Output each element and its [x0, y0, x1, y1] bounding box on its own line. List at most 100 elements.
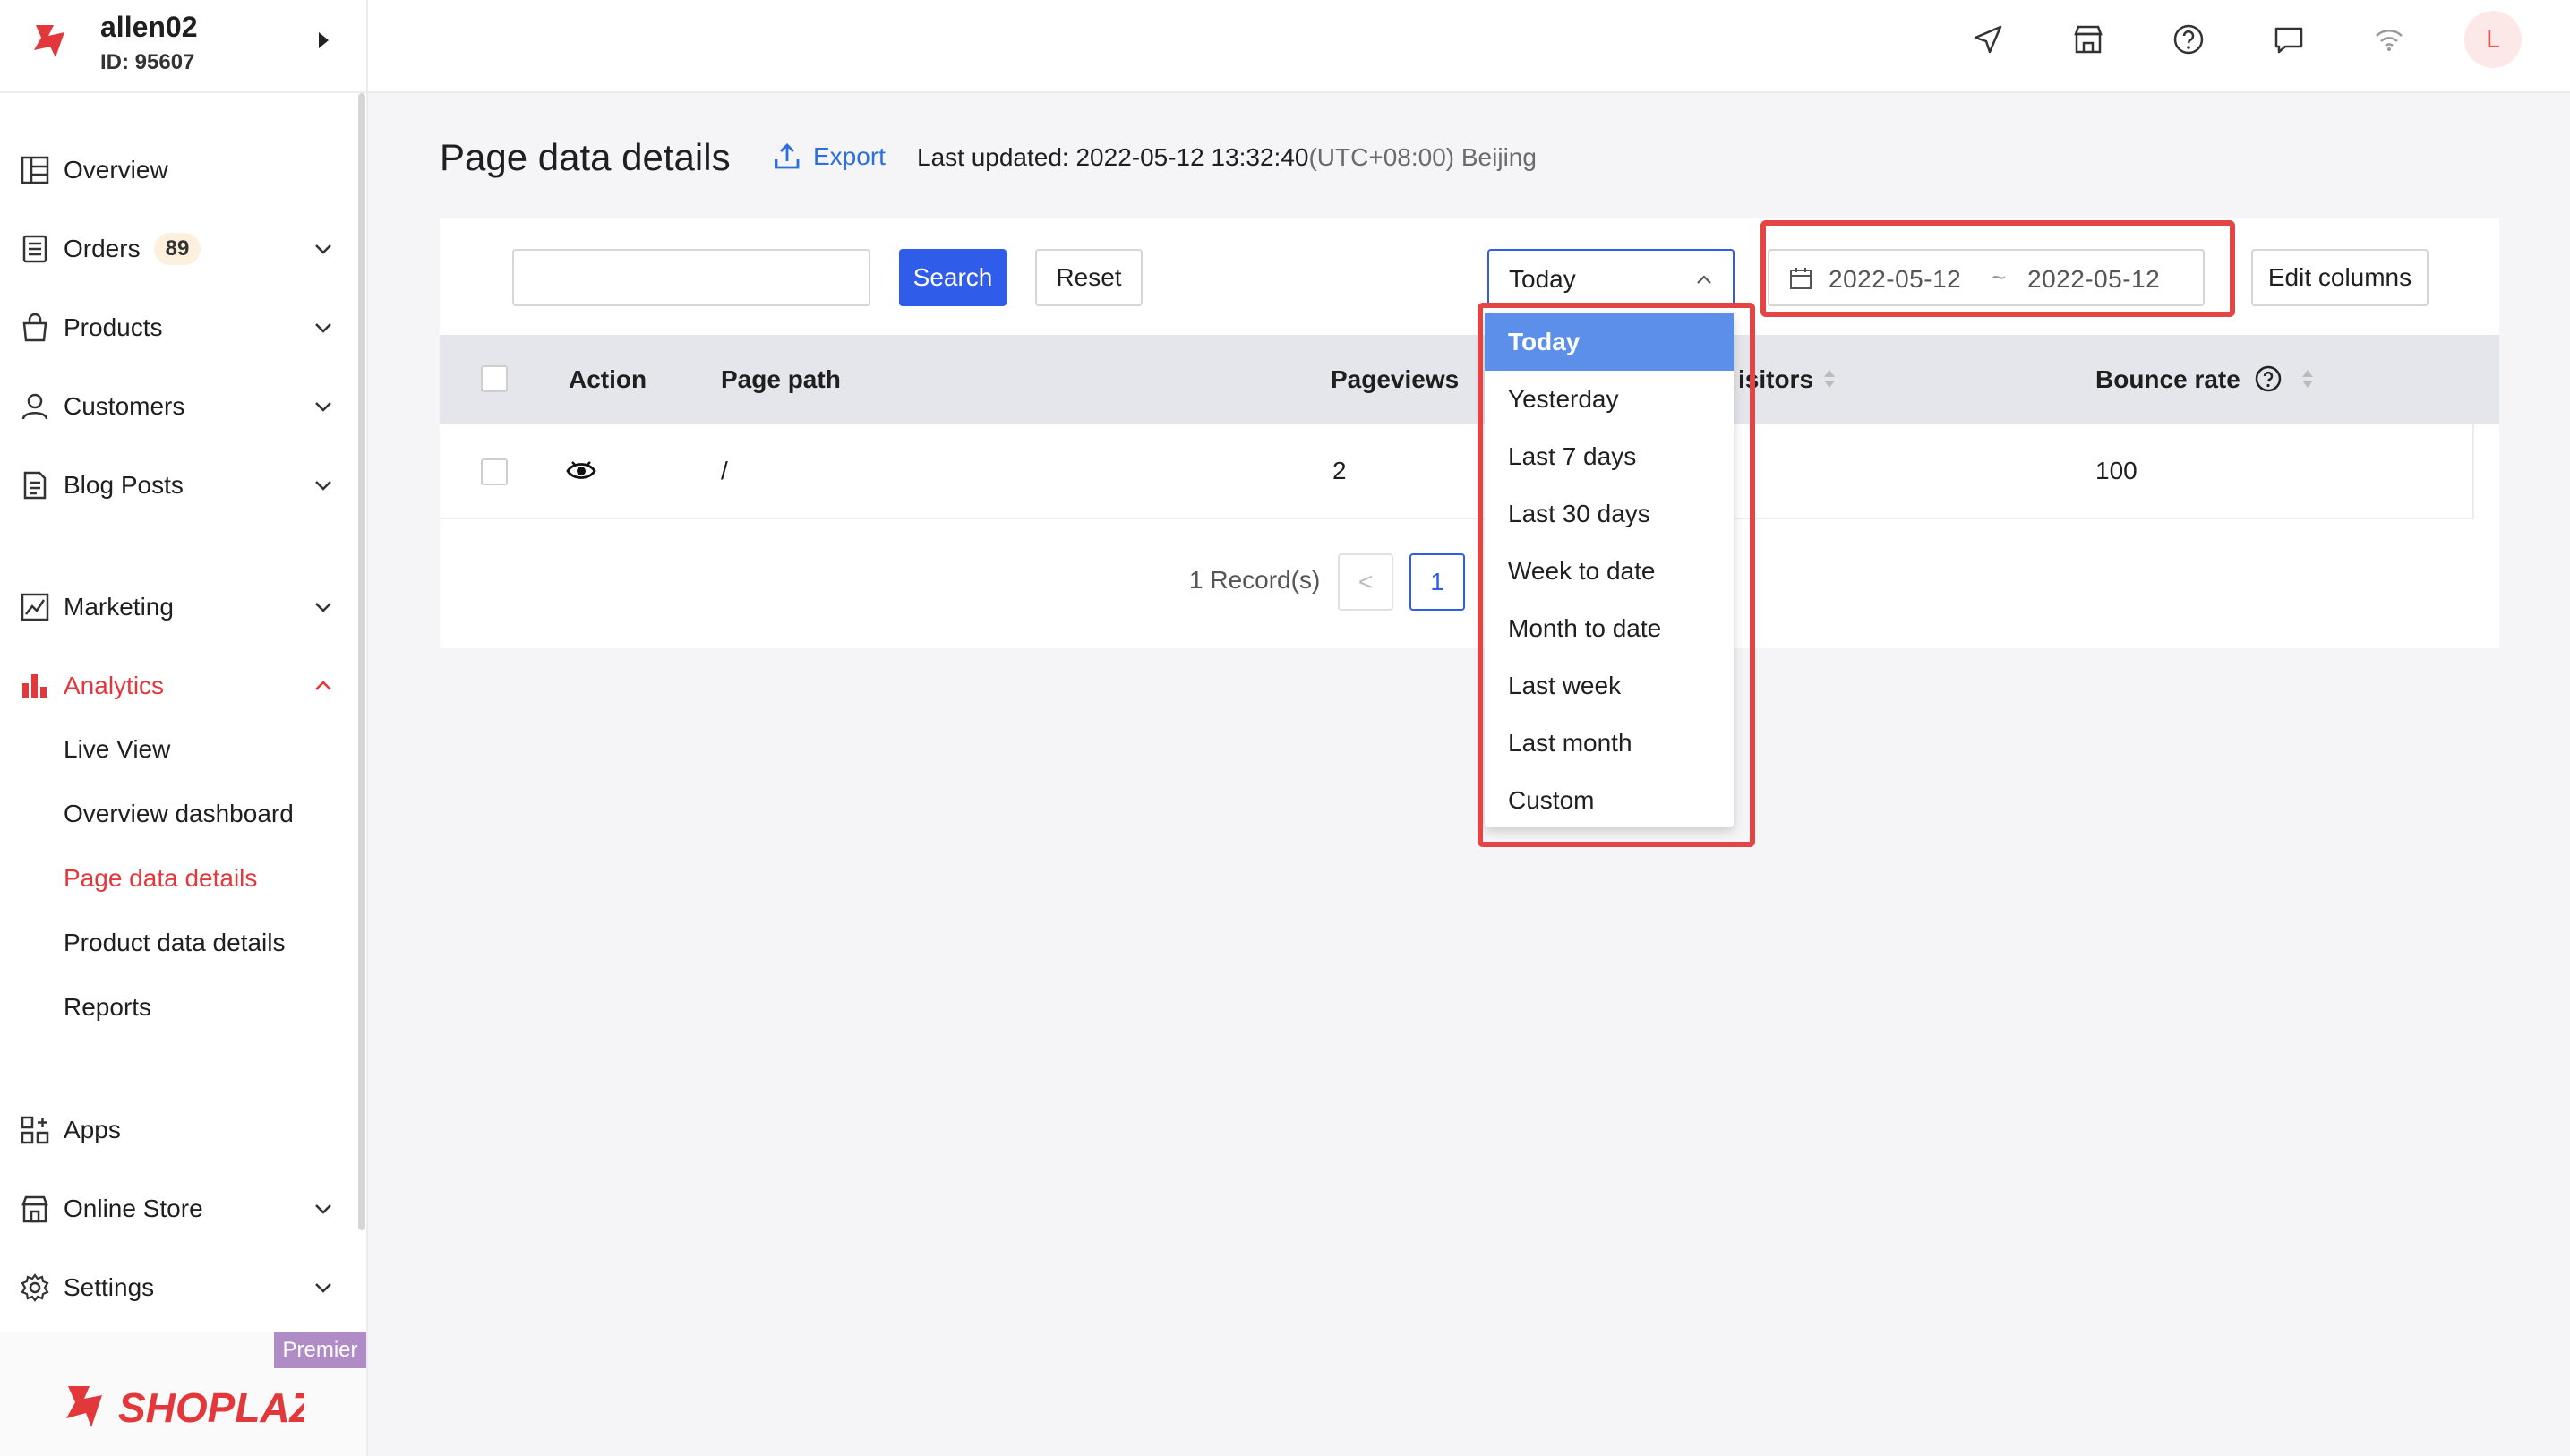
sidebar-footer: Premier SHOPLAZZA: [0, 1332, 366, 1456]
upload-icon: [775, 143, 800, 169]
option-month-to-date[interactable]: Month to date: [1485, 600, 1734, 657]
chevron-down-icon[interactable]: [310, 472, 337, 499]
sidebar-item-label: Online Store: [64, 1195, 203, 1222]
sidebar-item-label: Marketing: [64, 593, 174, 621]
chevron-down-icon[interactable]: [310, 594, 337, 621]
edit-columns-button[interactable]: Edit columns: [2251, 249, 2429, 306]
help-icon[interactable]: [2254, 364, 2283, 393]
option-yesterday[interactable]: Yesterday: [1485, 371, 1734, 428]
sidebar-item-label: Products: [64, 313, 163, 341]
overview-icon: [21, 156, 49, 184]
help-icon[interactable]: [2171, 21, 2206, 57]
send-icon[interactable]: [1970, 21, 2006, 57]
record-count: 1 Record(s): [1189, 566, 1321, 594]
select-all-checkbox[interactable]: [481, 365, 508, 392]
export-label: Export: [813, 142, 886, 170]
sidebar-item-orders[interactable]: Orders 89: [0, 222, 349, 276]
chevron-down-icon[interactable]: [310, 1195, 337, 1222]
reset-button[interactable]: Reset: [1035, 249, 1143, 306]
timezone-label: (UTC+08:00) Beijing: [1308, 143, 1537, 171]
search-input[interactable]: [512, 249, 870, 306]
date-range-end[interactable]: 2022-05-12: [2027, 265, 2160, 294]
sidebar-item-online-store[interactable]: Online Store: [0, 1182, 349, 1236]
orders-icon: [22, 235, 47, 263]
period-dropdown: Today Yesterday Last 7 days Last 30 days…: [1485, 313, 1734, 827]
topbar: [368, 0, 2570, 93]
cell-pageviews: 2: [1332, 457, 1347, 484]
last-updated-text: Last updated: 2022-05-12 13:32:40(UTC+08…: [917, 143, 1537, 172]
date-range-picker[interactable]: 2022-05-12 ~ 2022-05-12: [1768, 249, 2205, 306]
option-last-7-days[interactable]: Last 7 days: [1485, 428, 1734, 485]
sidebar-item-label: Overview: [64, 156, 168, 184]
sidebar: allen02 ID: 95607 Overview Orders 89 Pro…: [0, 0, 368, 1456]
sidebar-item-label: Apps: [64, 1116, 121, 1143]
sidebar-item-label: Customers: [64, 392, 185, 420]
cell-page-path: /: [721, 457, 728, 484]
sidebar-item-overview[interactable]: Overview: [0, 143, 349, 197]
sidebar-subitem-page-data-details[interactable]: Page data details: [64, 864, 257, 893]
sort-icon[interactable]: [2300, 365, 2315, 392]
sidebar-item-settings[interactable]: Settings: [0, 1261, 349, 1315]
svg-text:SHOPLAZZA: SHOPLAZZA: [118, 1384, 304, 1431]
column-header-bounce-rate[interactable]: Bounce rate: [2095, 365, 2240, 394]
store-icon: [21, 1195, 48, 1223]
search-button[interactable]: Search: [899, 249, 1007, 306]
period-select[interactable]: Today: [1487, 249, 1735, 306]
sidebar-subitem-overview-dashboard[interactable]: Overview dashboard: [64, 800, 294, 828]
sort-icon[interactable]: [1822, 365, 1837, 392]
eye-icon[interactable]: [565, 455, 597, 487]
sidebar-item-products[interactable]: Products: [0, 301, 349, 355]
table-header: Action Page path Pageviews isitors Bounc…: [440, 335, 2499, 424]
shoplazza-brand-logo: SHOPLAZZA: [66, 1384, 304, 1431]
bag-icon: [22, 313, 47, 342]
last-updated-datetime: Last updated: 2022-05-12 13:32:40: [917, 143, 1309, 171]
orders-count-badge: 89: [154, 233, 201, 265]
sidebar-item-blog-posts[interactable]: Blog Posts: [0, 458, 349, 512]
chat-icon[interactable]: [2271, 21, 2307, 57]
export-button[interactable]: Export: [772, 141, 886, 172]
page-1-button[interactable]: 1: [1409, 553, 1465, 611]
chevron-down-icon[interactable]: [310, 393, 337, 420]
gear-icon: [21, 1273, 49, 1302]
sidebar-item-label: Blog Posts: [64, 471, 184, 499]
sidebar-scrollbar[interactable]: [358, 93, 365, 1230]
table-row: / 2 100: [440, 424, 2474, 519]
sidebar-item-apps[interactable]: Apps: [0, 1103, 349, 1157]
wifi-icon[interactable]: [2371, 21, 2407, 57]
column-header-action: Action: [569, 365, 647, 393]
avatar[interactable]: L: [2464, 11, 2522, 68]
option-last-week[interactable]: Last week: [1485, 657, 1734, 715]
sidebar-item-marketing[interactable]: Marketing: [0, 580, 349, 634]
option-week-to-date[interactable]: Week to date: [1485, 543, 1734, 600]
caret-right-icon[interactable]: [319, 32, 329, 48]
column-header-pageviews[interactable]: Pageviews: [1331, 365, 1459, 394]
option-last-month[interactable]: Last month: [1485, 715, 1734, 772]
document-icon: [23, 471, 47, 500]
prev-page-button[interactable]: <: [1338, 553, 1393, 611]
account-switcher[interactable]: allen02 ID: 95607: [0, 0, 366, 93]
row-checkbox[interactable]: [481, 458, 508, 485]
sidebar-subitem-reports[interactable]: Reports: [64, 993, 151, 1022]
person-icon: [21, 393, 48, 420]
sidebar-item-analytics[interactable]: Analytics: [0, 659, 349, 713]
sidebar-item-label: Analytics: [64, 672, 165, 699]
cell-bounce-rate: 100: [2095, 457, 2137, 484]
chevron-down-icon[interactable]: [310, 1274, 337, 1301]
sidebar-item-customers[interactable]: Customers: [0, 380, 349, 433]
option-custom[interactable]: Custom: [1485, 772, 1734, 829]
option-last-30-days[interactable]: Last 30 days: [1485, 485, 1734, 543]
chevron-down-icon[interactable]: [310, 236, 337, 262]
apps-icon: [21, 1116, 49, 1144]
bar-chart-icon: [22, 674, 47, 698]
store-icon[interactable]: [2070, 21, 2106, 57]
chevron-down-icon[interactable]: [310, 314, 337, 341]
sidebar-subitem-live-view[interactable]: Live View: [64, 735, 170, 764]
sidebar-item-label: Orders: [64, 235, 141, 262]
chevron-up-icon[interactable]: [310, 672, 337, 699]
column-header-visitors[interactable]: isitors: [1738, 365, 1813, 394]
period-select-value: Today: [1509, 265, 1576, 293]
date-range-start[interactable]: 2022-05-12: [1829, 265, 1961, 294]
account-id: ID: 95607: [100, 50, 195, 74]
sidebar-subitem-product-data-details[interactable]: Product data details: [64, 929, 286, 957]
option-today[interactable]: Today: [1485, 313, 1734, 371]
